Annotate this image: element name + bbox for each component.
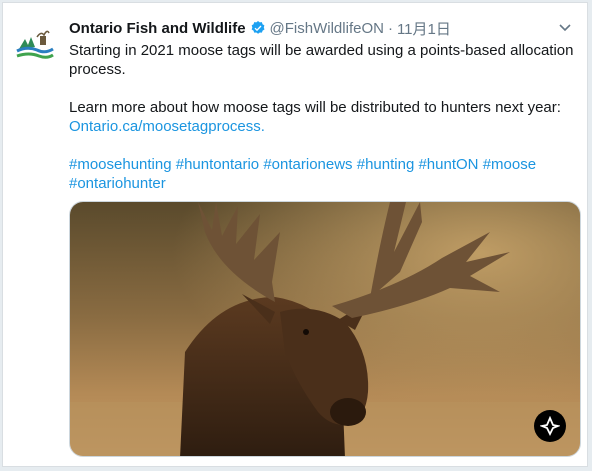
hashtag-ontariohunter[interactable]: #ontariohunter [69, 175, 166, 192]
tweet-paragraph-1: Starting in 2021 moose tags will be awar… [69, 42, 574, 78]
tweet-card: Ontario Fish and Wildlife @FishWildlifeO… [2, 2, 588, 467]
tweet-media-image[interactable] [69, 201, 581, 457]
author-handle[interactable]: @FishWildlifeON [270, 20, 384, 37]
timestamp[interactable]: 11月1日 [397, 18, 451, 39]
tweet-link[interactable]: Ontario.ca/moosetagprocess. [69, 118, 265, 135]
hashtag-ontarionews[interactable]: #ontarionews [263, 156, 352, 173]
hashtag-list: #moosehunting #huntontario #ontarionews … [69, 155, 581, 193]
ontario-trillium-icon [534, 410, 566, 442]
ontario-fish-wildlife-logo-icon [11, 19, 59, 67]
verified-badge-icon [251, 21, 265, 34]
hashtag-moosehunting[interactable]: #moosehunting [69, 156, 172, 173]
tweet-text: Starting in 2021 moose tags will be awar… [69, 41, 581, 193]
avatar[interactable] [11, 19, 59, 67]
hashtag-hunting[interactable]: #hunting [357, 156, 415, 173]
tweet-paragraph-2: Learn more about how moose tags will be … [69, 98, 581, 136]
tweet-paragraph-2-text: Learn more about how moose tags will be … [69, 99, 561, 116]
author-name[interactable]: Ontario Fish and Wildlife [69, 20, 246, 37]
moose-photo [70, 202, 580, 456]
hashtag-huntontario[interactable]: #huntontario [176, 156, 259, 173]
hashtag-moose[interactable]: #moose [483, 156, 536, 173]
tweet-header: Ontario Fish and Wildlife @FishWildlifeO… [69, 17, 547, 39]
separator-dot: · [387, 19, 393, 37]
chevron-down-icon[interactable] [557, 19, 573, 35]
hashtag-hunton[interactable]: #huntON [418, 156, 478, 173]
